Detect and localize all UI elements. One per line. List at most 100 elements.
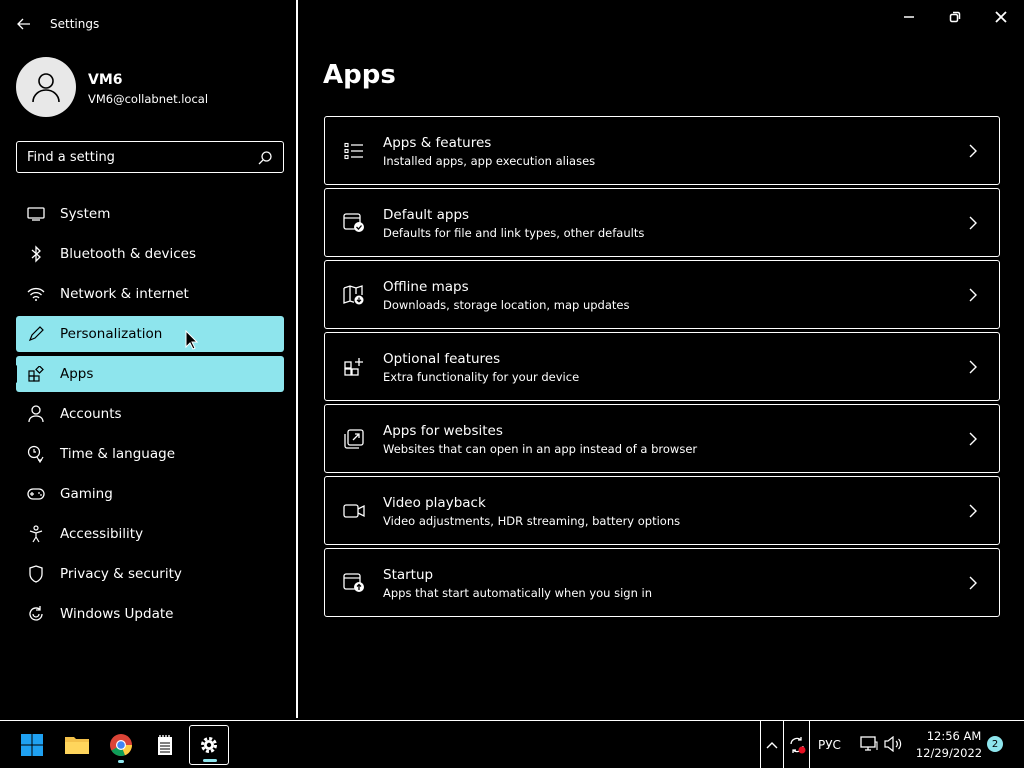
card-title: Default apps [383, 207, 470, 223]
sidebar-item-network[interactable]: Network & internet [16, 276, 284, 312]
taskbar-notepad[interactable] [145, 725, 185, 765]
sidebar-item-time-language[interactable]: Time & language [16, 436, 284, 472]
sidebar-nav: System Bluetooth & devices Network & int… [14, 196, 284, 636]
user-email: VM6@collabnet.local [88, 92, 209, 106]
update-icon [29, 606, 43, 621]
sidebar-item-personalization[interactable]: Personalization [16, 316, 284, 352]
monitor-icon [27, 207, 45, 221]
tray-sync-status[interactable] [784, 721, 810, 768]
card-title: Optional features [383, 351, 501, 367]
card-apps-for-websites[interactable]: Apps for websites Websites that can open… [324, 404, 1000, 473]
user-name: VM6 [88, 72, 123, 88]
sidebar-item-bluetooth[interactable]: Bluetooth & devices [16, 236, 284, 272]
card-description: Video adjustments, HDR streaming, batter… [383, 514, 681, 528]
input-language-indicator[interactable]: РУС [818, 738, 841, 752]
sidebar-item-privacy-security[interactable]: Privacy & security [16, 556, 284, 592]
sidebar-item-system[interactable]: System [16, 196, 284, 232]
chrome-icon [110, 734, 133, 757]
chevron-right-icon [969, 144, 977, 158]
sidebar-item-label: Accessibility [60, 526, 144, 542]
windows-start-icon [21, 734, 43, 756]
restore-icon [949, 11, 961, 23]
sidebar-item-label: Apps [60, 366, 94, 382]
mouse-cursor-icon [185, 330, 199, 350]
close-button[interactable] [986, 6, 1016, 28]
apps-settings-list: Apps & features Installed apps, app exec… [324, 116, 1000, 620]
card-description: Apps that start automatically when you s… [383, 586, 653, 600]
sidebar-item-label: Windows Update [60, 606, 174, 622]
card-title: Apps for websites [383, 423, 503, 439]
start-button[interactable] [12, 725, 52, 765]
close-icon [995, 11, 1007, 23]
card-optional-features[interactable]: Optional features Extra functionality fo… [324, 332, 1000, 401]
card-description: Installed apps, app execution aliases [383, 154, 596, 168]
chevron-right-icon [969, 216, 977, 230]
clock-date[interactable]: 12/29/2022 [914, 746, 984, 760]
apps-icon [28, 366, 44, 382]
chevron-right-icon [969, 504, 977, 518]
card-title: Video playback [383, 495, 486, 511]
avatar[interactable] [16, 57, 76, 117]
add-grid-icon [344, 358, 363, 376]
chevron-right-icon [969, 288, 977, 302]
sidebar-item-label: Network & internet [60, 286, 189, 302]
sidebar-item-accounts[interactable]: Accounts [16, 396, 284, 432]
person-icon [32, 73, 60, 103]
sidebar-item-label: Personalization [60, 326, 163, 342]
volume-icon[interactable] [884, 736, 904, 752]
page-title: Apps [323, 60, 396, 90]
taskbar-settings[interactable] [189, 725, 229, 765]
settings-gear-icon [201, 737, 217, 753]
wifi-icon [27, 287, 45, 301]
search-icon [258, 151, 272, 165]
card-offline-maps[interactable]: Offline maps Downloads, storage location… [324, 260, 1000, 329]
card-title: Startup [383, 567, 434, 583]
shield-icon [29, 565, 43, 583]
sidebar-item-gaming[interactable]: Gaming [16, 476, 284, 512]
back-button[interactable] [14, 14, 34, 34]
sidebar-item-apps[interactable]: Apps [14, 356, 284, 392]
file-explorer-icon [65, 737, 89, 754]
person-icon [28, 405, 44, 423]
card-default-apps[interactable]: Default apps Defaults for file and link … [324, 188, 1000, 257]
sidebar-item-label: Accounts [60, 406, 122, 422]
gamepad-icon [27, 488, 45, 500]
sync-alert-icon [789, 737, 805, 754]
card-title: Apps & features [383, 135, 492, 151]
card-video-playback[interactable]: Video playback Video adjustments, HDR st… [324, 476, 1000, 545]
app-title: Settings [50, 17, 100, 31]
card-startup[interactable]: Startup Apps that start automatically wh… [324, 548, 1000, 617]
sidebar-item-label: Time & language [60, 446, 176, 462]
network-monitor-icon[interactable] [860, 736, 878, 752]
pen-icon [28, 326, 44, 342]
taskbar-file-explorer[interactable] [57, 725, 97, 765]
card-description: Defaults for file and link types, other … [383, 226, 645, 240]
show-hidden-icons-button[interactable] [760, 721, 784, 768]
arrow-left-icon [17, 18, 30, 30]
clock-time[interactable]: 12:56 AM [924, 729, 984, 743]
sidebar-item-accessibility[interactable]: Accessibility [16, 516, 284, 552]
taskbar-chrome[interactable] [101, 725, 141, 765]
settings-window: Settings VM6 VM6@collabnet.local Find a … [0, 0, 1024, 720]
accessibility-icon [29, 525, 43, 543]
video-camera-icon [343, 504, 365, 518]
card-title: Offline maps [383, 279, 469, 295]
chevron-right-icon [969, 360, 977, 374]
running-indicator [203, 759, 217, 762]
globe-clock-icon [27, 445, 44, 463]
chevron-right-icon [969, 576, 977, 590]
search-input[interactable]: Find a setting [16, 141, 284, 173]
list-icon [344, 142, 363, 160]
sidebar-item-windows-update[interactable]: Windows Update [16, 596, 284, 632]
chevron-right-icon [969, 432, 977, 446]
open-external-icon [344, 429, 364, 449]
sidebar-item-label: System [60, 206, 111, 222]
taskbar: РУС 12:56 AM 12/29/2022 [0, 720, 1024, 768]
search-placeholder: Find a setting [27, 150, 115, 165]
minimize-icon [904, 16, 914, 18]
minimize-button[interactable] [894, 6, 924, 28]
card-description: Downloads, storage location, map updates [383, 298, 630, 312]
card-apps-features[interactable]: Apps & features Installed apps, app exec… [324, 116, 1000, 185]
notification-badge[interactable]: 2 [987, 736, 1003, 752]
restore-button[interactable] [940, 6, 970, 28]
